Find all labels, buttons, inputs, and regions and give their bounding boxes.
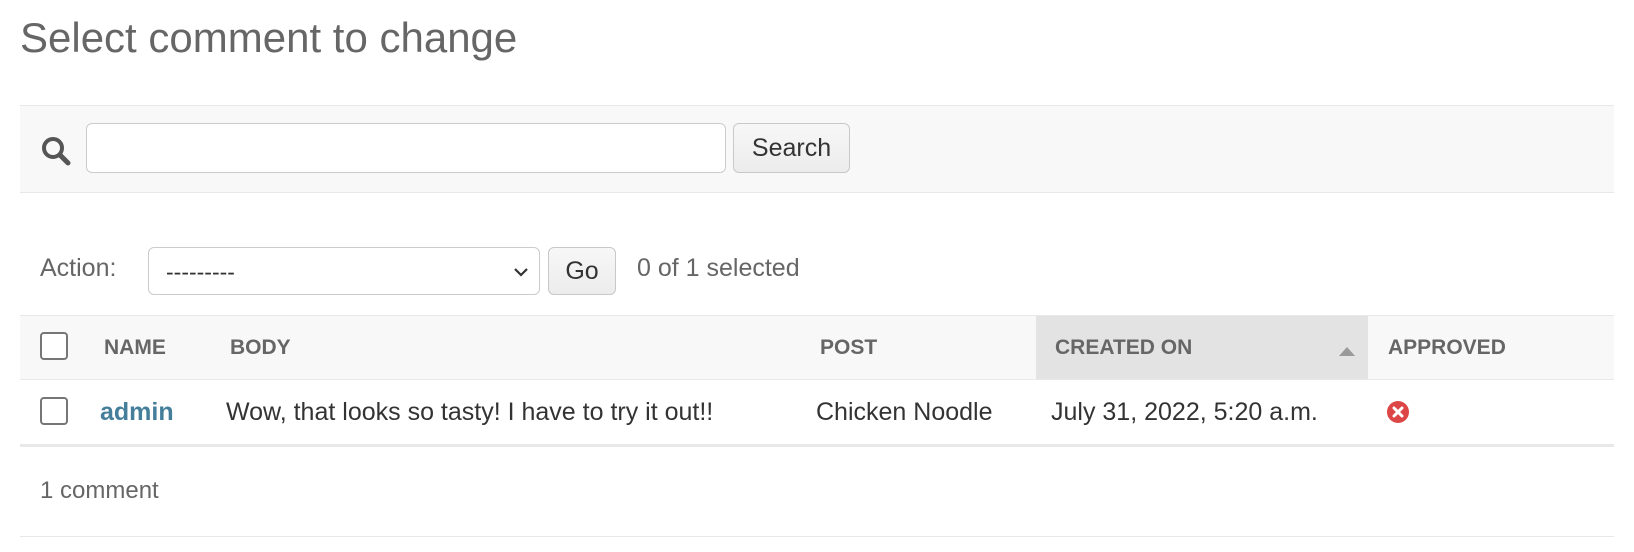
table-header: Name Body Post Created on Approved [20,315,1614,380]
column-header-created-on[interactable]: Created on [1036,316,1368,379]
approved-cell [1386,380,1410,444]
column-header-body[interactable]: Body [230,316,810,379]
results-table: Name Body Post Created on Approved admin… [20,315,1614,447]
search-icon [42,137,71,166]
column-header-approved[interactable]: Approved [1388,316,1608,379]
action-select[interactable]: --------- [148,247,540,295]
select-all-checkbox[interactable] [40,332,68,360]
column-header-post[interactable]: Post [820,316,1035,379]
selection-counter: 0 of 1 selected [637,254,800,282]
go-button[interactable]: Go [548,247,616,295]
search-button[interactable]: Search [733,123,850,173]
change-list-page: Select comment to change Search Action: … [0,0,1634,552]
sort-ascending-icon[interactable] [1338,345,1356,357]
action-label: Action: [40,254,117,282]
post-cell: Chicken Noodle [816,397,993,426]
action-select-value: --------- [166,259,235,285]
row-select-checkbox[interactable] [40,397,68,425]
paginator: 1 comment [20,475,1614,537]
search-toolbar: Search [20,105,1614,193]
comment-name-link[interactable]: admin [100,398,174,427]
column-header-name[interactable]: Name [104,316,224,379]
created-on-cell: July 31, 2022, 5:20 a.m. [1051,397,1318,426]
table-row: admin Wow, that looks so tasty! I have t… [20,380,1614,447]
chevron-down-icon [514,268,528,277]
column-header-created-on-label: Created on [1055,335,1193,359]
body-cell: Wow, that looks so tasty! I have to try … [226,397,714,426]
name-cell: admin [100,380,174,444]
cross-circle-icon [1387,401,1409,423]
search-input[interactable] [86,123,726,173]
result-count: 1 comment [40,477,159,504]
page-title: Select comment to change [20,14,518,61]
